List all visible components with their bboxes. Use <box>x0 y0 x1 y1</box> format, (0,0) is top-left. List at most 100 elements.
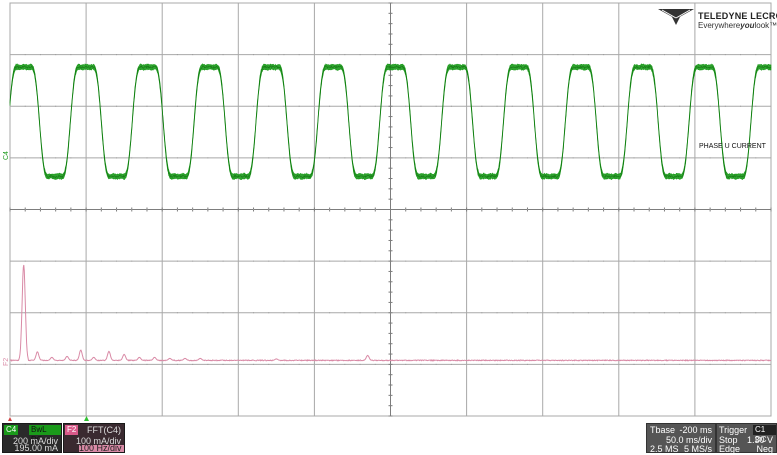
grid-dot <box>100 312 102 314</box>
grid-dot <box>481 54 483 56</box>
c4-trigger-position-marker[interactable] <box>8 417 12 421</box>
grid-dot <box>405 157 407 159</box>
c4-channel-tag: C4 <box>4 425 19 435</box>
grid-dot <box>709 209 711 210</box>
grid-dot <box>298 209 300 210</box>
grid-dot <box>192 260 194 262</box>
grid-dot <box>420 105 422 107</box>
grid-dot <box>648 157 650 159</box>
trigger-descriptor[interactable]: Trigger C1 DC Stop 1.30 V Edge Neg <box>716 423 777 454</box>
grid-dot <box>131 157 133 159</box>
grid-dot <box>633 260 635 262</box>
grid-dot <box>724 312 726 314</box>
grid-dot <box>176 209 178 210</box>
grid-dot <box>633 105 635 107</box>
grid-dot <box>283 54 285 56</box>
grid-dot <box>359 105 361 107</box>
grid-dot <box>100 363 102 365</box>
grid-dot <box>344 54 346 56</box>
grid-dot <box>405 105 407 107</box>
grid-dot <box>435 260 437 262</box>
grid-dot <box>192 105 194 107</box>
grid-dot <box>450 157 452 159</box>
grid-dot <box>253 54 255 56</box>
grid-dot <box>298 363 300 365</box>
grid-dot <box>557 209 559 210</box>
grid-dot <box>679 54 681 56</box>
grid-dot <box>648 54 650 56</box>
trigger-source-tags: C1 DC <box>753 425 776 444</box>
grid-dot <box>648 105 650 107</box>
grid-dot <box>557 54 559 56</box>
grid-dot <box>755 363 757 365</box>
grid-dot <box>222 363 224 365</box>
grid-dot <box>420 363 422 365</box>
grid-dot <box>603 105 605 107</box>
grid-dot <box>587 363 589 365</box>
grid-dot <box>116 363 118 365</box>
grid-dot <box>283 209 285 210</box>
grid-dot <box>146 209 148 210</box>
grid-dot <box>740 54 742 56</box>
f2-position-marker[interactable] <box>84 416 89 421</box>
grid-dot <box>557 105 559 107</box>
grid-dot <box>192 54 194 56</box>
brand-tagline: Everywhereyoulook™ <box>698 21 777 30</box>
grid-dot <box>496 54 498 56</box>
grid-dot <box>39 54 41 56</box>
grid-dot <box>481 157 483 159</box>
grid-dot <box>39 260 41 262</box>
grid-dot <box>496 157 498 159</box>
grid-dot <box>24 157 26 159</box>
grid-dot <box>740 157 742 159</box>
grid-dot <box>116 209 118 210</box>
grid-dot <box>450 54 452 56</box>
timebase-descriptor[interactable]: Tbase -200 ms 50.0 ms/div 2.5 MS 5 MS/s <box>646 423 716 454</box>
grid-dot <box>405 363 407 365</box>
grid-dot <box>268 209 270 210</box>
grid-dot <box>344 260 346 262</box>
grid-dot <box>648 363 650 365</box>
grid-dot <box>24 260 26 262</box>
c4-coupling-tag: BwL DC <box>29 425 61 444</box>
grid-dot <box>587 157 589 159</box>
grid-dot <box>603 209 605 210</box>
grid-dot <box>511 54 513 56</box>
grid-dot <box>755 105 757 107</box>
grid-dot <box>709 105 711 107</box>
grid-dot <box>24 209 26 210</box>
grid-dot <box>344 157 346 159</box>
grid-dot <box>359 260 361 262</box>
grid-dot <box>70 209 72 210</box>
grid-dot <box>709 363 711 365</box>
grid-dot <box>526 312 528 314</box>
grid-dot <box>100 260 102 262</box>
grid-dot <box>603 260 605 262</box>
grid-dot <box>511 157 513 159</box>
grid-dot <box>587 312 589 314</box>
grid-dot <box>755 54 757 56</box>
grid-dot <box>648 209 650 210</box>
grid-dot <box>587 209 589 210</box>
grid-dot <box>298 312 300 314</box>
grid-dot <box>70 312 72 314</box>
f2-channel-tag: F2 <box>65 425 79 435</box>
grid-dot <box>709 157 711 159</box>
grid-dot <box>268 312 270 314</box>
grid-dot <box>176 157 178 159</box>
c4-channel-descriptor[interactable]: C4 BwL DC 200 mA/div 195.00 mA <box>2 423 62 453</box>
grid-dot <box>146 105 148 107</box>
grid-dot <box>511 363 513 365</box>
grid-dot <box>496 363 498 365</box>
f2-function-descriptor[interactable]: F2 FFT(C4) 100 mA/div 100 Hz/div <box>63 423 125 453</box>
grid-dot <box>679 209 681 210</box>
grid-dot <box>374 209 376 210</box>
grid-dot <box>207 54 209 56</box>
grid-dot <box>344 209 346 210</box>
grid-dot <box>283 312 285 314</box>
grid-dot <box>55 260 57 262</box>
grid-dot <box>724 105 726 107</box>
grid-dot <box>679 363 681 365</box>
grid-dot <box>207 157 209 159</box>
grid-dot <box>755 260 757 262</box>
